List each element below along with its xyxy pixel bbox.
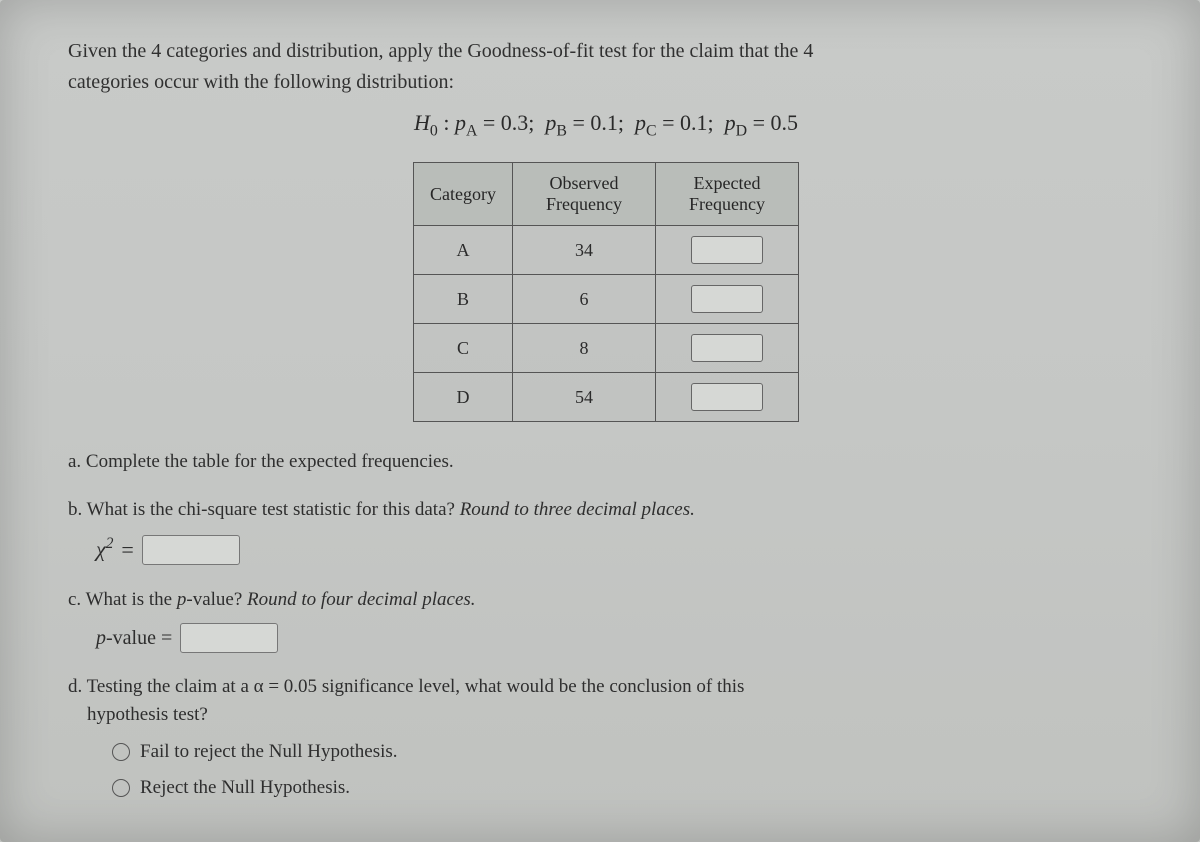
pB-val: 0.1 [590, 110, 618, 135]
pC-val: 0.1 [680, 110, 708, 135]
intro-line2: categories occur with the following dist… [68, 71, 454, 93]
question-c-text2: -value? [186, 589, 247, 610]
question-d-text3: hypothesis test? [87, 704, 208, 725]
radio-icon [112, 743, 130, 761]
th-expected: Expected Frequency [655, 163, 798, 226]
cell-obs-a: 34 [512, 226, 655, 275]
radio-group: Fail to reject the Null Hypothesis. Reje… [112, 738, 1144, 801]
radio-label-reject: Reject the Null Hypothesis. [140, 774, 350, 802]
intro-line1: Given the 4 categories and distribution,… [68, 40, 813, 62]
pA-sym: p [455, 110, 466, 135]
radio-option-reject[interactable]: Reject the Null Hypothesis. [112, 774, 1144, 802]
pB-sub: B [556, 122, 567, 139]
pvalue-input[interactable] [180, 623, 278, 653]
H-sub: 0 [430, 122, 438, 139]
expected-input-a[interactable] [691, 236, 763, 264]
pvalue-line: p-value = [96, 623, 1144, 653]
equals-sign: = [121, 534, 133, 566]
cell-exp-c [655, 324, 798, 373]
chi-sup: 2 [106, 535, 114, 552]
chi-square-line: χ2 = [96, 533, 1144, 565]
pval-p: p [96, 627, 106, 649]
question-a-text: a. Complete the table for the expected f… [68, 451, 454, 472]
cell-exp-b [655, 275, 798, 324]
th-category: Category [414, 163, 513, 226]
frequency-table: Category Observed Frequency Expected Fre… [413, 162, 799, 422]
th-observed: Observed Frequency [512, 163, 655, 226]
pD-sub: D [736, 122, 747, 139]
pA-sub: A [466, 122, 477, 139]
pC-sub: C [646, 122, 657, 139]
pD-val: 0.5 [771, 110, 799, 135]
question-d-text1: d. Testing the claim at a [68, 676, 254, 697]
cell-cat-c: C [414, 324, 513, 373]
cell-cat-d: D [414, 373, 513, 422]
question-b-text: b. What is the chi-square test statistic… [68, 499, 460, 520]
expected-input-c[interactable] [691, 334, 763, 362]
pval-rest: -value = [106, 627, 172, 649]
cell-cat-a: A [414, 226, 513, 275]
question-d: d. Testing the claim at a α = 0.05 signi… [68, 673, 1144, 801]
table-row: A 34 [414, 226, 799, 275]
radio-icon [112, 779, 130, 797]
pD-sym: p [725, 110, 736, 135]
th-expected-label: Expected Frequency [672, 173, 782, 215]
pB-sym: p [545, 110, 556, 135]
question-c-round: Round to four decimal places. [247, 589, 476, 610]
chi-symbol: χ [96, 537, 106, 562]
cell-cat-b: B [414, 275, 513, 324]
expected-input-b[interactable] [691, 285, 763, 313]
cell-exp-d [655, 373, 798, 422]
question-a: a. Complete the table for the expected f… [68, 448, 1144, 476]
question-c-p: p [177, 589, 187, 610]
question-b-italic: Round to three decimal places. [460, 499, 695, 520]
cell-obs-d: 54 [512, 373, 655, 422]
th-observed-label: Observed Frequency [529, 173, 639, 215]
cell-obs-b: 6 [512, 275, 655, 324]
radio-option-fail[interactable]: Fail to reject the Null Hypothesis. [112, 738, 1144, 766]
null-hypothesis: H0 : pA = 0.3; pB = 0.1; pC = 0.1; pD = … [68, 110, 1144, 140]
table-row: C 8 [414, 324, 799, 373]
cell-obs-c: 8 [512, 324, 655, 373]
question-b: b. What is the chi-square test statistic… [68, 496, 1144, 566]
pA-val: 0.3 [501, 110, 529, 135]
chi-square-input[interactable] [142, 535, 240, 565]
table-row: D 54 [414, 373, 799, 422]
question-c: c. What is the p-value? Round to four de… [68, 586, 1144, 654]
intro-text: Given the 4 categories and distribution,… [68, 36, 1144, 98]
pC-sym: p [635, 110, 646, 135]
cell-exp-a [655, 226, 798, 275]
question-c-text1: c. What is the [68, 589, 177, 610]
radio-label-fail: Fail to reject the Null Hypothesis. [140, 738, 398, 766]
table-row: B 6 [414, 275, 799, 324]
question-d-text2: significance level, what would be the co… [317, 676, 744, 697]
expected-input-d[interactable] [691, 383, 763, 411]
question-d-alpha: α = 0.05 [254, 676, 317, 697]
H-symbol: H [414, 110, 430, 135]
